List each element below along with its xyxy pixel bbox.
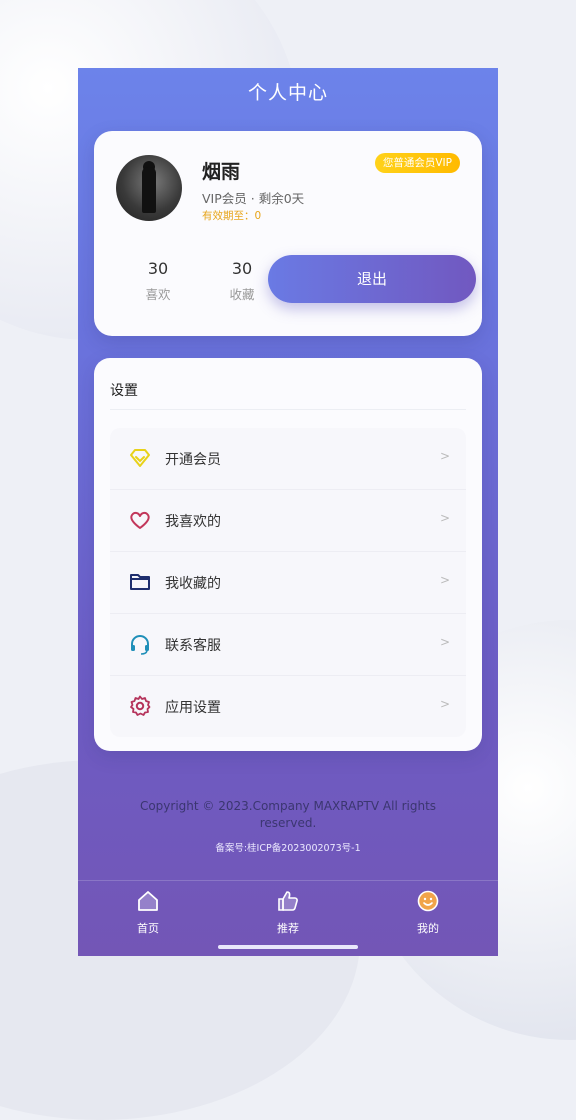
chevron-right-icon: > <box>439 697 450 711</box>
vip-badge[interactable]: 您普通会员VIP <box>374 153 460 173</box>
page-title: 个人中心 <box>247 82 328 104</box>
username: 烟雨 <box>202 161 241 183</box>
menu-item-label: 我喜欢的 <box>165 514 221 530</box>
menu-item-vip[interactable]: 开通会员 > <box>110 428 466 490</box>
menu-item-likes[interactable]: 我喜欢的 > <box>110 490 466 552</box>
divider <box>110 409 466 410</box>
chevron-right-icon: > <box>439 511 450 525</box>
menu-item-label: 我收藏的 <box>165 576 221 592</box>
tab-mine[interactable]: 我的 <box>393 889 463 936</box>
logout-button[interactable]: 退出 <box>268 255 476 303</box>
heart-icon <box>130 511 150 529</box>
chevron-right-icon: > <box>439 573 450 587</box>
diamond-icon <box>130 449 150 467</box>
menu-item-label: 开通会员 <box>165 452 221 468</box>
tab-label: 推荐 <box>277 922 299 935</box>
headset-icon <box>131 635 149 655</box>
folder-icon <box>130 574 150 590</box>
home-icon <box>138 891 158 911</box>
app-screen: 个人中心 烟雨 VIP会员 · 剩余0天 有效期至：0 您普通会员VIP 30 … <box>78 68 498 956</box>
favorites-label: 收藏 <box>229 287 255 302</box>
chevron-right-icon: > <box>439 635 450 649</box>
menu-item-app-settings[interactable]: 应用设置 > <box>110 676 466 737</box>
profile-card: 烟雨 VIP会员 · 剩余0天 有效期至：0 您普通会员VIP 30 喜欢 30… <box>94 131 482 336</box>
home-indicator <box>218 945 358 949</box>
settings-card: 设置 开通会员 > 我喜欢的 > 我收藏的 > 联系客服 > 应用设置 > <box>94 358 482 751</box>
favorites-stat[interactable]: 30 收藏 <box>212 259 272 303</box>
tab-home[interactable]: 首页 <box>113 889 183 936</box>
valid-until: 有效期至：0 <box>202 210 262 222</box>
copyright-text: Copyright © 2023.Company MAXRAPTV All ri… <box>139 799 437 830</box>
settings-title: 设置 <box>110 383 138 399</box>
menu-item-support[interactable]: 联系客服 > <box>110 614 466 676</box>
likes-label: 喜欢 <box>145 287 171 302</box>
favorites-count: 30 <box>231 259 253 278</box>
settings-menu: 开通会员 > 我喜欢的 > 我收藏的 > 联系客服 > 应用设置 > <box>110 428 466 737</box>
menu-item-favorites[interactable]: 我收藏的 > <box>110 552 466 614</box>
tab-label: 我的 <box>417 922 439 935</box>
gear-icon <box>130 695 151 716</box>
thumbs-up-icon <box>278 891 298 911</box>
vip-status: VIP会员 · 剩余0天 <box>202 191 305 206</box>
tab-label: 首页 <box>137 922 159 935</box>
tab-recommend[interactable]: 推荐 <box>253 889 323 936</box>
likes-count: 30 <box>147 259 169 278</box>
icp-record[interactable]: 备案号:桂ICP备2023002073号-1 <box>78 840 498 854</box>
smiley-icon <box>417 890 439 912</box>
avatar[interactable] <box>116 155 182 221</box>
menu-item-label: 应用设置 <box>165 700 221 716</box>
chevron-right-icon: > <box>439 449 450 463</box>
likes-stat[interactable]: 30 喜欢 <box>128 259 188 303</box>
menu-item-label: 联系客服 <box>165 638 221 654</box>
